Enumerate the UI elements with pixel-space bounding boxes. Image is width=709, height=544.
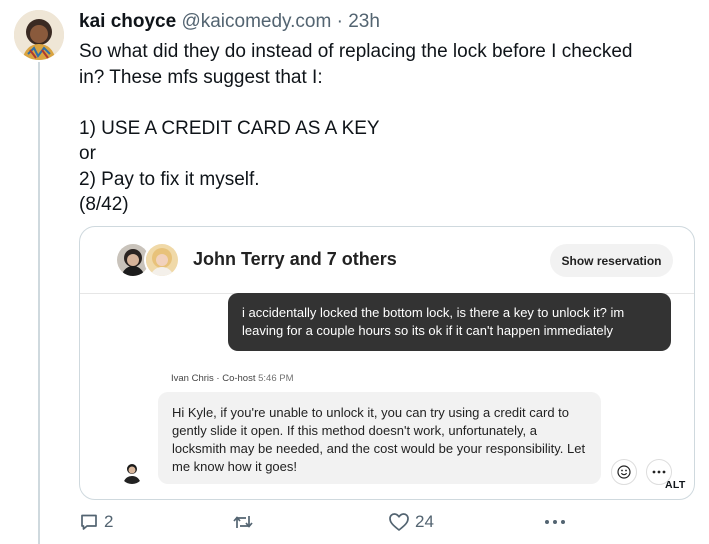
like-count: 24 — [415, 512, 434, 531]
reply-sender: Ivan Chris · Co-host — [171, 373, 256, 384]
tweet-header: kai choyce @kaicomedy.com · 23h — [79, 11, 380, 33]
author-avatar[interactable] — [14, 10, 64, 60]
author-name[interactable]: kai choyce — [79, 11, 176, 32]
reply-time: 5:46 PM — [258, 373, 294, 384]
reply-sender-meta: Ivan Chris · Co-host 5:46 PM — [171, 373, 294, 384]
repost-icon — [233, 516, 253, 528]
participant-avatar — [144, 242, 180, 278]
more-button[interactable] — [544, 510, 566, 534]
emoji-icon — [617, 465, 631, 479]
like-icon — [389, 513, 409, 531]
outgoing-message: i accidentally locked the bottom lock, i… — [228, 293, 671, 351]
repost-button[interactable] — [232, 510, 254, 534]
like-button[interactable]: 24 — [388, 510, 434, 534]
tweet-text-line: So what did they do instead of replacing… — [79, 41, 633, 62]
tweet-time[interactable]: 23h — [348, 11, 380, 32]
reply-button[interactable]: 2 — [79, 510, 113, 534]
chat-participants: John Terry and 7 others — [193, 249, 397, 269]
author-handle[interactable]: @kaicomedy.com — [181, 11, 331, 32]
show-reservation-button[interactable]: Show reservation — [550, 244, 673, 277]
tweet-text-line — [79, 90, 699, 116]
tweet-text-line: 1) USE A CREDIT CARD AS A KEY — [79, 117, 380, 139]
emoji-reaction-button[interactable] — [611, 459, 637, 485]
alt-badge[interactable]: ALT — [665, 479, 686, 491]
incoming-message: Hi Kyle, if you're unable to unlock it, … — [158, 392, 601, 484]
reply-icon — [81, 514, 97, 530]
tweet-text: So what did they do instead of replacing… — [79, 39, 699, 218]
tweet-text-line: in? These mfs suggest that I: — [79, 66, 323, 88]
tweet-text-line: (8/42) — [79, 194, 129, 215]
thread-line — [38, 62, 40, 544]
media-card[interactable]: John Terry and 7 others Show reservation… — [79, 226, 695, 500]
chat-header: John Terry and 7 others Show reservation — [80, 227, 694, 294]
meta-separator: · — [336, 11, 343, 32]
tweet-text-line: 2) Pay to fix it myself. — [79, 168, 260, 190]
more-icon — [545, 520, 565, 524]
tweet-text-line: or — [79, 143, 96, 164]
reply-count: 2 — [104, 512, 114, 531]
cohost-avatar — [120, 460, 144, 484]
ellipsis-icon — [652, 470, 666, 474]
